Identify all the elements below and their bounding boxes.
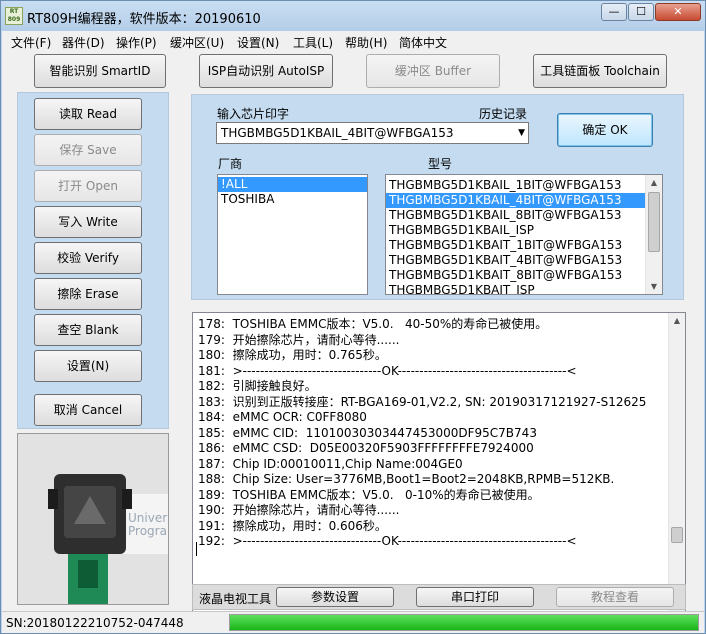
toolchain-button[interactable]: 工具链面板 Toolchain — [533, 54, 667, 88]
log-line: 190: 开始擦除芯片，请耐心等待...... — [198, 503, 400, 517]
client-area: 智能识别 SmartID ISP自动识别 AutoISP 缓冲区 Buffer … — [2, 51, 704, 628]
title-bar: RT 809 RT809H编程器，软件版本：20190610 — ☐ ✕ — [1, 1, 705, 31]
vendor-item-all[interactable]: !ALL — [218, 177, 367, 192]
log-output[interactable]: 178: TOSHIBA EMMC版本：V5.0. 40-50%的寿命已被使用。… — [192, 312, 686, 628]
log-line: 189: TOSHIBA EMMC版本：V5.0. 0-10%的寿命已被使用。 — [198, 487, 540, 502]
window-title: RT809H编程器，软件版本：20190610 — [27, 12, 261, 27]
menu-language[interactable]: 简体中文 — [399, 34, 447, 51]
open-button[interactable]: 打开 Open — [34, 170, 142, 202]
chip-input-value: THGBMBG5D1KBAIL_4BIT@WFBGA153 — [221, 126, 454, 140]
model-item[interactable]: THGBMBG5D1KBAIT_ISP — [386, 283, 662, 294]
model-label: 型号 — [428, 157, 453, 171]
progress-fill — [230, 615, 698, 630]
scroll-thumb[interactable] — [648, 192, 660, 252]
vendor-list[interactable]: !ALL TOSHIBA — [217, 174, 368, 295]
log-line: 179: 开始擦除芯片，请耐心等待...... — [198, 332, 400, 347]
vendor-item-toshiba[interactable]: TOSHIBA — [218, 192, 367, 207]
log-line: 184: eMMC OCR: C0FF8080 — [198, 410, 367, 424]
read-button[interactable]: 读取 Read — [34, 98, 142, 130]
erase-button[interactable]: 擦除 Erase — [34, 278, 142, 310]
settings-button[interactable]: 设置(N) — [34, 350, 142, 382]
chevron-down-icon[interactable]: ▼ — [518, 123, 525, 143]
model-item-selected[interactable]: THGBMBG5D1KBAIL_4BIT@WFBGA153 — [386, 193, 662, 208]
menu-bar: 文件(F) 器件(D) 操作(P) 缓冲区(U) 设置(N) 工具(L) 帮助(… — [2, 31, 704, 51]
confirm-ok-button[interactable]: 确定 OK — [557, 113, 653, 147]
log-line: 186: eMMC CSD: D05E00320F5903FFFFFFFFE79… — [198, 441, 534, 455]
scroll-up-icon[interactable]: ▲ — [646, 175, 662, 190]
scroll-down-icon[interactable]: ▼ — [646, 279, 662, 294]
log-lines: 178: TOSHIBA EMMC版本：V5.0. 40-50%的寿命已被使用。… — [193, 317, 685, 550]
model-item[interactable]: THGBMBG5D1KBAIL_ISP — [386, 223, 662, 238]
serial-number: SN:20180122210752-047448 — [6, 616, 184, 630]
log-line: 188: Chip Size: User=3776MB,Boot1=Boot2=… — [198, 472, 615, 486]
buffer-button[interactable]: 缓冲区 Buffer — [366, 54, 500, 88]
vendor-label: 厂商 — [218, 157, 243, 171]
close-button[interactable]: ✕ — [655, 3, 701, 21]
serial-print-button[interactable]: 串口打印 — [416, 587, 534, 607]
log-line: 181: >--------------------------------OK… — [198, 363, 577, 378]
app-icon: RT 809 — [5, 7, 23, 25]
menu-tools[interactable]: 工具(L) — [293, 34, 333, 51]
autoisp-button[interactable]: ISP自动识别 AutoISP — [199, 54, 333, 88]
log-line: 182: 引脚接触良好。 — [198, 379, 317, 393]
scroll-thumb[interactable] — [671, 527, 683, 543]
tutorial-button[interactable]: 教程查看 — [556, 587, 674, 607]
log-line: 191: 擦除成功，用时：0.606秒。 — [198, 518, 387, 533]
cancel-button[interactable]: 取消 Cancel — [34, 394, 142, 426]
menu-file[interactable]: 文件(F) — [11, 34, 51, 51]
model-item[interactable]: THGBMBG5D1KBAIT_8BIT@WFBGA153 — [386, 268, 662, 283]
model-item[interactable]: THGBMBG5D1KBAIL_1BIT@WFBGA153 — [386, 178, 662, 193]
text-cursor — [196, 542, 197, 556]
save-button[interactable]: 保存 Save — [34, 134, 142, 166]
menu-operation[interactable]: 操作(P) — [116, 34, 157, 51]
model-item[interactable]: THGBMBG5D1KBAIT_1BIT@WFBGA153 — [386, 238, 662, 253]
progress-bar — [229, 614, 699, 631]
write-button[interactable]: 写入 Write — [34, 206, 142, 238]
photo-brand-text: Univer Progra — [128, 511, 168, 538]
smartid-button[interactable]: 智能识别 SmartID — [34, 54, 166, 88]
model-item[interactable]: THGBMBG5D1KBAIT_4BIT@WFBGA153 — [386, 253, 662, 268]
model-list[interactable]: THGBMBG5D1KBAIL_1BIT@WFBGA153 THGBMBG5D1… — [385, 174, 663, 295]
log-line: 192: >--------------------------------OK… — [198, 534, 577, 548]
history-label: 历史记录 — [479, 107, 528, 121]
programmer-photo: Univer Progra — [17, 433, 169, 605]
log-scrollbar[interactable]: ▲ ▼ — [668, 313, 685, 627]
chip-input-label: 输入芯片印字 — [217, 107, 290, 121]
log-line: 185: eMMC CID: 11010030303447453000DF95C… — [198, 425, 537, 440]
lcd-tools-label: 液晶电视工具 — [199, 592, 272, 606]
menu-help[interactable]: 帮助(H) — [345, 34, 387, 51]
blank-button[interactable]: 查空 Blank — [34, 314, 142, 346]
menu-buffer[interactable]: 缓冲区(U) — [170, 34, 224, 51]
menu-settings[interactable]: 设置(N) — [237, 34, 279, 51]
log-line: 187: Chip ID:00010011,Chip Name:004GE0 — [198, 456, 463, 471]
params-button[interactable]: 参数设置 — [276, 587, 394, 607]
main-window: RT 809 RT809H编程器，软件版本：20190610 — ☐ ✕ 文件(F… — [0, 0, 706, 634]
log-line: 183: 识别到正版转接座：RT-BGA169-01,V2.2, SN: 201… — [198, 394, 647, 409]
model-list-scrollbar[interactable]: ▲ ▼ — [645, 175, 662, 294]
model-item[interactable]: THGBMBG5D1KBAIL_8BIT@WFBGA153 — [386, 208, 662, 223]
menu-device[interactable]: 器件(D) — [62, 34, 105, 51]
scroll-up-icon[interactable]: ▲ — [669, 313, 685, 328]
log-line: 180: 擦除成功，用时：0.765秒。 — [198, 348, 387, 362]
minimize-button[interactable]: — — [601, 3, 627, 21]
maximize-button[interactable]: ☐ — [628, 3, 654, 21]
verify-button[interactable]: 校验 Verify — [34, 242, 142, 274]
chip-input-combobox[interactable]: THGBMBG5D1KBAIL_4BIT@WFBGA153 ▼ — [216, 122, 529, 144]
log-line: 178: TOSHIBA EMMC版本：V5.0. 40-50%的寿命已被使用。 — [198, 317, 548, 331]
